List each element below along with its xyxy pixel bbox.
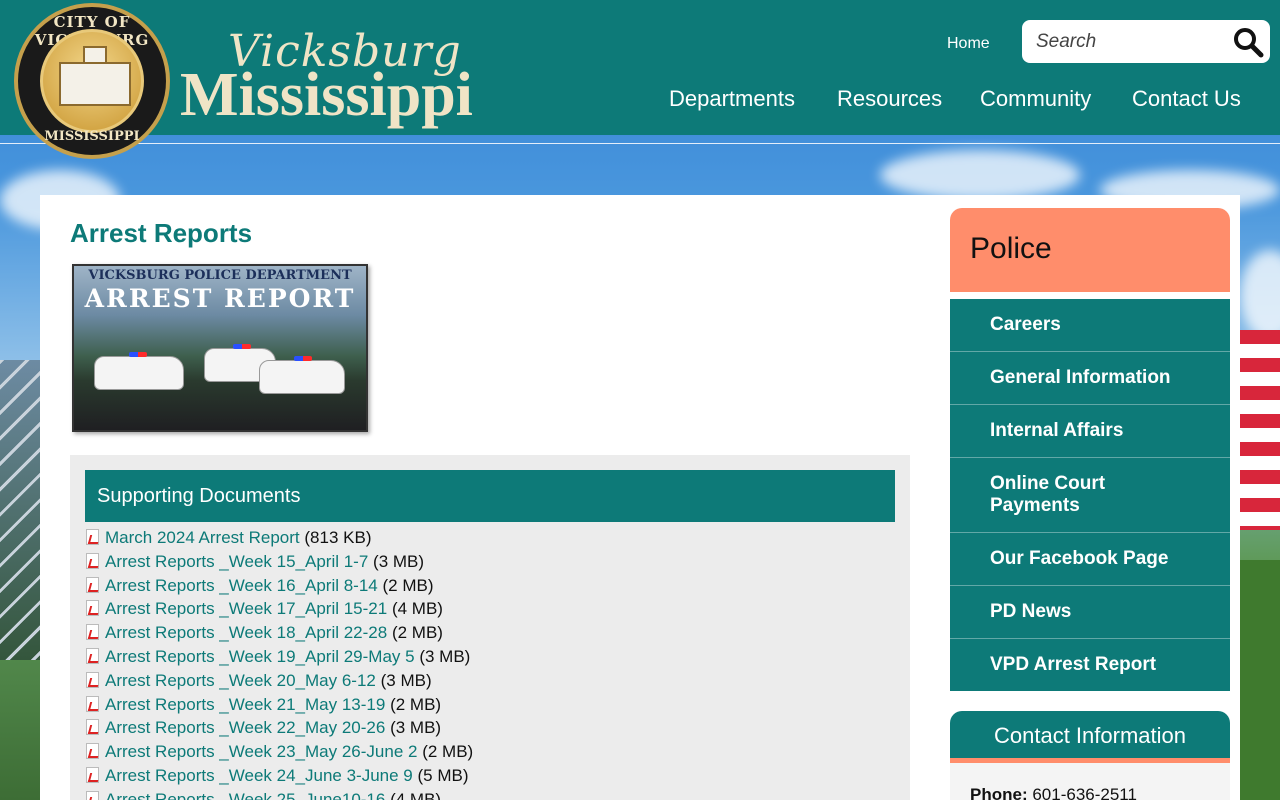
pdf-file-icon [86, 719, 99, 736]
logo-main-text[interactable]: Mississippi [180, 64, 473, 126]
document-list-item: Arrest Reports _Week 21_May 13-19 (2 MB) [86, 695, 441, 717]
pdf-file-icon [86, 624, 99, 641]
pdf-file-icon [86, 600, 99, 617]
document-file-size: (3 MB) [390, 718, 442, 738]
nav-contact-us[interactable]: Contact Us [1132, 86, 1241, 112]
sidebar-item-internal-affairs[interactable]: Internal Affairs [950, 405, 1230, 458]
sidebar-menu: Careers General Information Internal Aff… [950, 299, 1230, 691]
document-file-size: (2 MB) [391, 623, 443, 643]
document-file-size: (3 MB) [419, 647, 471, 666]
document-file-size: (5 MB) [417, 766, 469, 785]
sidebar-item-pd-news[interactable]: PD News [950, 586, 1230, 639]
document-list-item: Arrest Reports _Week 16_April 8-14 (2 MB… [86, 576, 434, 598]
pdf-file-icon [86, 767, 99, 783]
seal-bottom-text: MISSISSIPPI [44, 129, 140, 144]
document-list-item: Arrest Reports _Week 15_April 1-7 (3 MB) [86, 552, 424, 574]
contact-information-body: Phone: 601-636-2511 [950, 763, 1230, 800]
sidebar-section-title: Police [970, 232, 1052, 265]
pdf-file-icon [86, 743, 99, 760]
document-link[interactable]: Arrest Reports _Week 18_April 22-28 [105, 623, 387, 642]
sidebar-item-label: Careers [990, 314, 1061, 335]
sidebar-item-label: Online Court Payments [990, 473, 1106, 516]
sidebar-item-label: Our Facebook Page [990, 548, 1169, 569]
document-list-item: Arrest Reports _Week 25_June10-16 (4 MB) [86, 790, 441, 800]
document-link[interactable]: Arrest Reports _Week 17_April 15-21 [105, 599, 387, 618]
phone-label: Phone: [970, 785, 1028, 800]
sidebar-item-label: Internal Affairs [990, 420, 1124, 441]
grass-background [1240, 560, 1280, 800]
courthouse-icon [59, 62, 131, 106]
pdf-file-icon [86, 576, 99, 593]
home-link[interactable]: Home [947, 35, 990, 53]
document-link[interactable]: March 2024 Arrest Report [105, 528, 300, 547]
document-list-item: Arrest Reports _Week 19_April 29-May 5 (… [86, 647, 470, 669]
supporting-documents-title: Supporting Documents [97, 485, 301, 507]
sidebar-item-general-information[interactable]: General Information [950, 352, 1230, 405]
pdf-file-icon [86, 552, 99, 569]
document-link[interactable]: Arrest Reports _Week 22_May 20-26 [105, 718, 385, 737]
document-file-size: (2 MB) [382, 575, 434, 595]
arrest-report-banner-image[interactable]: VICKSBURG POLICE DEPARTMENT ARREST REPOR… [72, 264, 368, 432]
contact-phone: Phone: 601-636-2511 [970, 785, 1137, 800]
nav-community[interactable]: Community [980, 86, 1091, 112]
pdf-file-icon [86, 671, 99, 688]
document-list-item: Arrest Reports _Week 17_April 15-21 (4 M… [86, 599, 443, 621]
search-input[interactable] [1036, 29, 1226, 55]
sidebar-item-facebook-page[interactable]: Our Facebook Page [950, 533, 1230, 586]
nav-departments[interactable]: Departments [669, 86, 795, 112]
sky-cloud [880, 150, 1080, 200]
supporting-documents-header: Supporting Documents [85, 470, 895, 522]
document-link[interactable]: Arrest Reports _Week 15_April 1-7 [105, 552, 368, 571]
sky-cloud [1240, 250, 1280, 340]
pdf-file-icon [86, 790, 99, 800]
seal-emblem [40, 29, 144, 133]
pdf-file-icon [86, 648, 99, 664]
document-file-size: (813 KB) [304, 528, 372, 547]
document-link[interactable]: Arrest Reports _Week 23_May 26-June 2 [105, 742, 417, 761]
banner-title-text: ARREST REPORT [84, 284, 356, 313]
document-link[interactable]: Arrest Reports _Week 24_June 3-June 9 [105, 766, 413, 785]
header-divider [0, 143, 1280, 144]
flag-background [1240, 330, 1280, 530]
sidebar-item-vpd-arrest-report[interactable]: VPD Arrest Report [950, 639, 1230, 691]
document-list-item: Arrest Reports _Week 23_May 26-June 2 (2… [86, 742, 473, 764]
document-file-size: (2 MB) [422, 742, 474, 762]
document-file-size: (3 MB) [380, 670, 432, 690]
document-list-item: Arrest Reports _Week 20_May 6-12 (3 MB) [86, 671, 432, 693]
document-link[interactable]: Arrest Reports _Week 20_May 6-12 [105, 671, 376, 690]
sidebar-item-label: PD News [990, 601, 1072, 622]
phone-value[interactable]: 601-636-2511 [1032, 785, 1137, 800]
document-link[interactable]: Arrest Reports _Week 21_May 13-19 [105, 695, 385, 714]
pdf-file-icon [86, 529, 99, 545]
document-list-item: Arrest Reports _Week 22_May 20-26 (3 MB) [86, 718, 441, 740]
document-list-item: March 2024 Arrest Report (813 KB) [86, 528, 371, 550]
document-file-size: (4 MB) [391, 599, 443, 619]
pdf-file-icon [86, 695, 99, 712]
nav-resources[interactable]: Resources [837, 86, 942, 112]
document-file-size: (2 MB) [390, 694, 442, 714]
document-file-size: (3 MB) [373, 551, 425, 571]
city-seal-logo[interactable]: CITY OF VICKSBURG MISSISSIPPI [14, 3, 170, 159]
sidebar-item-online-court-payments[interactable]: Online Court Payments [950, 458, 1230, 533]
sidebar-item-careers[interactable]: Careers [950, 299, 1230, 352]
document-link[interactable]: Arrest Reports _Week 19_April 29-May 5 [105, 647, 415, 666]
bridge-background [0, 360, 40, 660]
police-car-image [94, 352, 184, 390]
document-list-item: Arrest Reports _Week 18_April 22-28 (2 M… [86, 623, 443, 645]
page-title: Arrest Reports [70, 218, 253, 248]
document-link[interactable]: Arrest Reports _Week 16_April 8-14 [105, 576, 378, 595]
document-link[interactable]: Arrest Reports _Week 25_June10-16 [105, 790, 385, 800]
police-car-image [259, 356, 345, 394]
document-file-size: (4 MB) [390, 789, 442, 800]
contact-information-title: Contact Information [994, 723, 1186, 748]
banner-department-text: VICKSBURG POLICE DEPARTMENT [88, 268, 352, 283]
search-icon[interactable] [1232, 26, 1264, 58]
contact-information-header: Contact Information [950, 711, 1230, 763]
sidebar-item-label: VPD Arrest Report [990, 654, 1157, 675]
sidebar-item-label: General Information [990, 367, 1171, 388]
sidebar-section-header: Police [950, 208, 1230, 292]
document-list-item: Arrest Reports _Week 24_June 3-June 9 (5… [86, 766, 468, 788]
